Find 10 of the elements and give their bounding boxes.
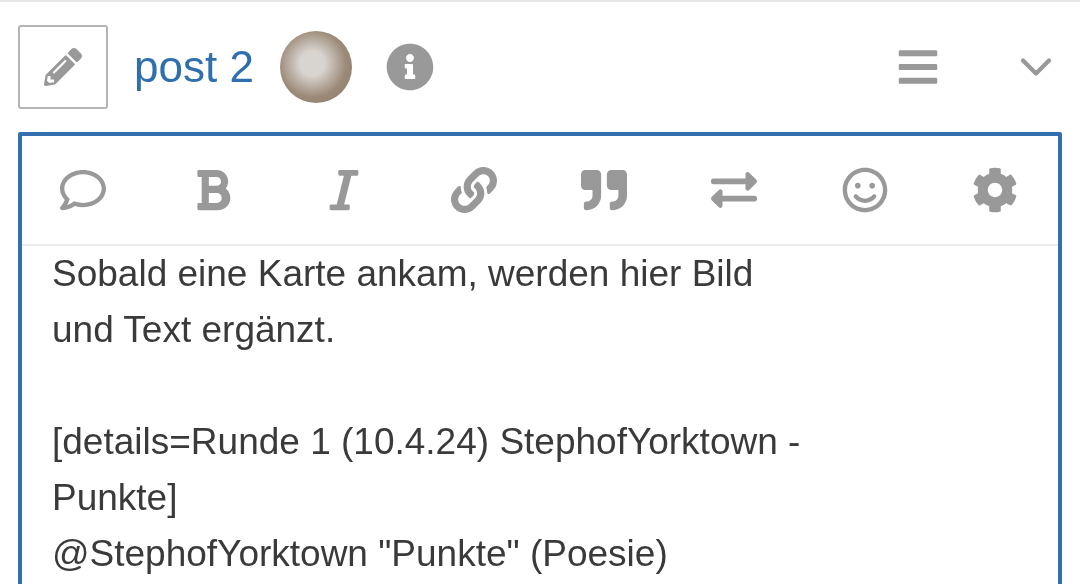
quote-icon[interactable] [581,167,628,213]
info-icon[interactable] [385,43,434,91]
editor-text[interactable]: Sobald eine Karte ankam, werden hier Bild und Text ergänzt. [details=Runde 1 (10.4.24) StephofYorktown - Punkte] @StephofYorktown "Punkte" (Poesie) [22,246,1058,582]
pencil-icon [44,48,82,86]
post-title-link[interactable]: post 2 [134,42,254,92]
smiley-icon[interactable] [841,167,888,213]
link-icon[interactable] [450,167,497,213]
settings-icon[interactable] [971,167,1018,213]
edit-button[interactable] [18,25,108,109]
comment-icon[interactable] [60,167,106,213]
